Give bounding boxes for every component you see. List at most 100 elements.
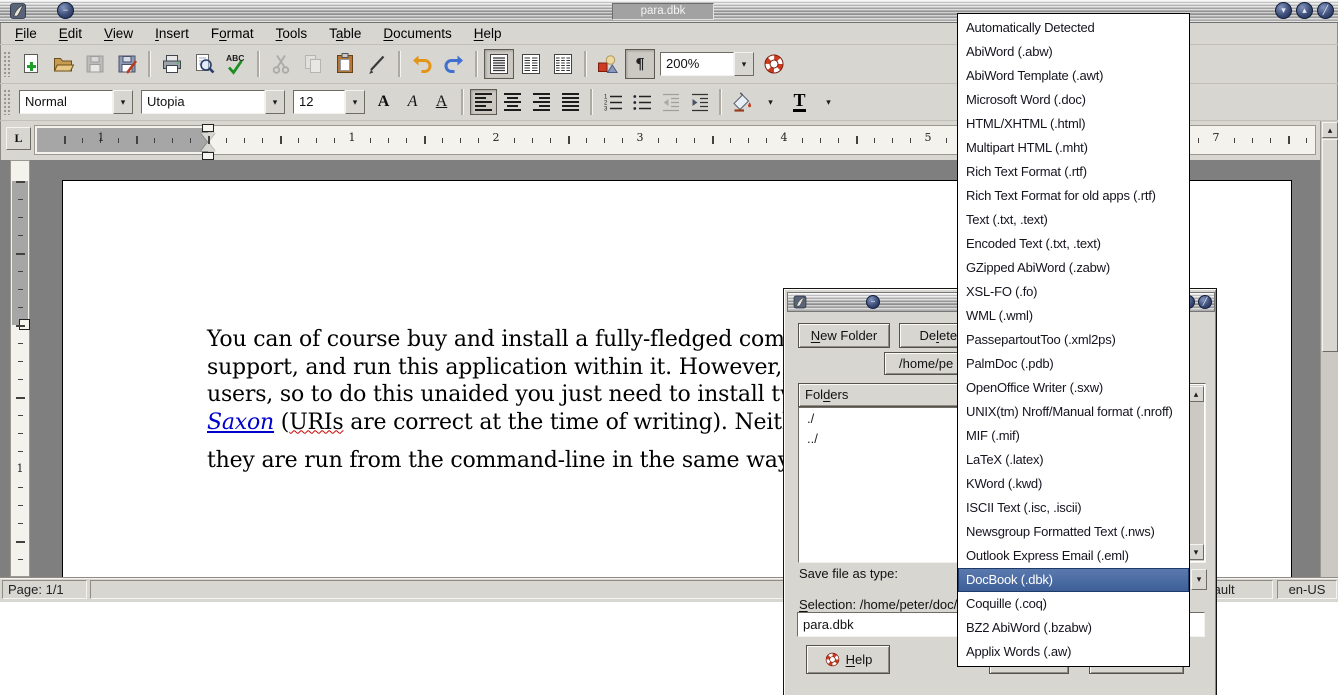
- fill-color-dropdown-button[interactable]: ▾: [757, 89, 784, 115]
- format-option[interactable]: Applix Words (.aw): [958, 640, 1189, 664]
- save-as-button[interactable]: [112, 49, 142, 79]
- help-button[interactable]: Help: [806, 645, 890, 674]
- format-option[interactable]: Multipart HTML (.mht): [958, 136, 1189, 160]
- view-3columns-button[interactable]: [548, 49, 578, 79]
- format-option[interactable]: Text (.txt, .text): [958, 208, 1189, 232]
- open-folder-button[interactable]: [48, 49, 78, 79]
- ruler-number: 4: [776, 131, 792, 144]
- format-option[interactable]: Automatically Detected: [958, 16, 1189, 40]
- format-option[interactable]: GZipped AbiWord (.zabw): [958, 256, 1189, 280]
- format-option[interactable]: KWord (.kwd): [958, 472, 1189, 496]
- format-option[interactable]: Rich Text Format (.rtf): [958, 160, 1189, 184]
- align-justify-button[interactable]: [557, 89, 584, 115]
- menu-file[interactable]: File: [4, 23, 48, 44]
- menu-table[interactable]: Table: [318, 23, 372, 44]
- format-option[interactable]: AbiWord (.abw): [958, 40, 1189, 64]
- format-option[interactable]: UNIX(tm) Nroff/Manual format (.nroff): [958, 400, 1189, 424]
- dialog-close-button[interactable]: ╱: [1198, 295, 1212, 309]
- spellcheck-button[interactable]: ABC: [221, 49, 251, 79]
- menu-documents[interactable]: Documents: [372, 23, 462, 44]
- format-option[interactable]: PalmDoc (.pdb): [958, 352, 1189, 376]
- language-indicator[interactable]: en-US: [1277, 580, 1337, 599]
- underline-button[interactable]: A: [428, 89, 455, 115]
- zoom-combo-value[interactable]: 200%: [660, 52, 734, 76]
- format-option[interactable]: MIF (.mif): [958, 424, 1189, 448]
- new-folder-button[interactable]: New Folder: [798, 323, 890, 348]
- redo-button[interactable]: [439, 49, 469, 79]
- font-color-dropdown-button[interactable]: ▾: [815, 89, 842, 115]
- align-right-button[interactable]: [528, 89, 555, 115]
- view-1column-button[interactable]: [484, 49, 514, 79]
- menu-view[interactable]: View: [93, 23, 144, 44]
- close-button[interactable]: ╱: [1317, 2, 1334, 19]
- toolbar-separator: [398, 51, 401, 77]
- style-combo-arrow[interactable]: ▾: [113, 90, 133, 114]
- scroll-up-button[interactable]: ▴: [1322, 122, 1338, 138]
- hyperlink[interactable]: Saxon: [207, 410, 274, 435]
- format-option[interactable]: BZ2 AbiWord (.bzabw): [958, 616, 1189, 640]
- vertical-scrollbar[interactable]: ▴ ▾: [1320, 121, 1338, 601]
- format-option[interactable]: PassepartoutToo (.xml2ps): [958, 328, 1189, 352]
- format-option[interactable]: WML (.wml): [958, 304, 1189, 328]
- format-option[interactable]: Outlook Express Email (.eml): [958, 544, 1189, 568]
- insert-symbol-button[interactable]: [593, 49, 623, 79]
- format-option[interactable]: XSL-FO (.fo): [958, 280, 1189, 304]
- font-size-combo-value[interactable]: 12: [293, 90, 345, 114]
- view-2columns-button[interactable]: [516, 49, 546, 79]
- file-type-dropdown-button[interactable]: ▾: [1191, 569, 1207, 590]
- italic-button[interactable]: A: [399, 89, 426, 115]
- files-scrollbar[interactable]: ▴ ▾: [1188, 385, 1204, 561]
- format-option[interactable]: DocBook (.dbk): [958, 568, 1189, 592]
- undo-button[interactable]: [407, 49, 437, 79]
- font-combo-arrow[interactable]: ▾: [265, 90, 285, 114]
- zoom-combo-arrow[interactable]: ▾: [734, 52, 754, 76]
- scrollbar-thumb[interactable]: [1322, 139, 1338, 352]
- font-color-button[interactable]: T: [786, 89, 813, 115]
- window-menu-button[interactable]: −: [57, 2, 74, 19]
- shade-button[interactable]: ▾: [1275, 2, 1292, 19]
- tab-selector-button[interactable]: L: [6, 127, 31, 150]
- toolbar-grip[interactable]: [3, 51, 10, 77]
- font-size-combo-arrow[interactable]: ▾: [345, 90, 365, 114]
- print-button[interactable]: [157, 49, 187, 79]
- first-line-indent-marker[interactable]: [202, 124, 214, 132]
- files-scroll-down-button[interactable]: ▾: [1188, 544, 1204, 560]
- numbered-list-button[interactable]: 123: [599, 89, 626, 115]
- format-option[interactable]: Rich Text Format for old apps (.rtf): [958, 184, 1189, 208]
- paste-button[interactable]: [330, 49, 360, 79]
- align-center-button[interactable]: [499, 89, 526, 115]
- format-option[interactable]: Encoded Text (.txt, .text): [958, 232, 1189, 256]
- format-option[interactable]: AbiWord Template (.awt): [958, 64, 1189, 88]
- align-left-button[interactable]: [470, 89, 497, 115]
- files-scroll-up-button[interactable]: ▴: [1188, 386, 1204, 402]
- bold-button[interactable]: A: [370, 89, 397, 115]
- print-preview-button[interactable]: [189, 49, 219, 79]
- menu-insert[interactable]: Insert: [144, 23, 200, 44]
- menu-format[interactable]: Format: [200, 23, 265, 44]
- format-option[interactable]: LaTeX (.latex): [958, 448, 1189, 472]
- dialog-minimize-button[interactable]: −: [866, 295, 880, 309]
- bullet-list-button[interactable]: [628, 89, 655, 115]
- format-option[interactable]: Coquille (.coq): [958, 592, 1189, 616]
- help-lifebuoy-button[interactable]: [759, 49, 789, 79]
- maximize-button[interactable]: ▴: [1296, 2, 1313, 19]
- left-indent-square-marker[interactable]: [202, 152, 214, 160]
- format-option[interactable]: Microsoft Word (.doc): [958, 88, 1189, 112]
- text-segment: (: [274, 410, 289, 435]
- format-option[interactable]: HTML/XHTML (.html): [958, 112, 1189, 136]
- menu-help[interactable]: Help: [463, 23, 513, 44]
- format-option[interactable]: OpenOffice Writer (.sxw): [958, 376, 1189, 400]
- fill-color-button[interactable]: [728, 89, 755, 115]
- font-combo-value[interactable]: Utopia: [141, 90, 265, 114]
- pen-button[interactable]: [362, 49, 392, 79]
- menu-edit[interactable]: Edit: [48, 23, 93, 44]
- toolbar-grip[interactable]: [3, 89, 10, 115]
- new-document-button[interactable]: [16, 49, 46, 79]
- ruler-number: 2: [488, 131, 504, 144]
- menu-tools[interactable]: Tools: [265, 23, 319, 44]
- style-combo-value[interactable]: Normal: [19, 90, 113, 114]
- indent-button[interactable]: [686, 89, 713, 115]
- format-option[interactable]: Newsgroup Formatted Text (.nws): [958, 520, 1189, 544]
- pilcrow-button[interactable]: ¶: [625, 49, 655, 79]
- format-option[interactable]: ISCII Text (.isc, .iscii): [958, 496, 1189, 520]
